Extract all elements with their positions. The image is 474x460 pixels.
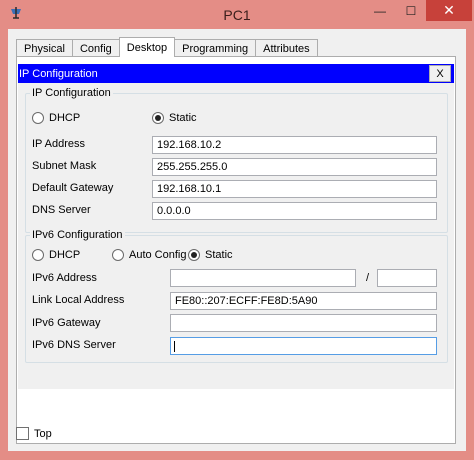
ipv4-dhcp-radio[interactable]: DHCP (32, 112, 80, 124)
ipv6-static-radio-dot (188, 249, 200, 261)
ipv6-address-input[interactable] (170, 269, 356, 287)
ipv4-static-label: Static (169, 112, 197, 124)
ipv4-static-radio-dot (152, 112, 164, 124)
ip-configuration-header-title: IP Configuration (19, 67, 98, 80)
default-gateway-label: Default Gateway (32, 182, 114, 194)
window-client-area: Physical Config Desktop Programming Attr… (8, 29, 466, 451)
ipv6-configuration-group: IPv6 Configuration DHCP Auto Config Stat… (25, 229, 448, 363)
ipv6-prefix-separator: / (366, 272, 370, 284)
ipv4-configuration-group: IP Configuration DHCP Static IP Address … (25, 87, 448, 233)
ipv6-dns-server-input[interactable] (170, 337, 437, 355)
tab-attributes[interactable]: Attributes (255, 39, 318, 57)
ipv6-dhcp-radio[interactable]: DHCP (32, 249, 80, 261)
ipv6-gateway-input[interactable] (170, 314, 437, 332)
default-gateway-input[interactable]: 192.168.10.1 (152, 180, 437, 198)
ipv6-dhcp-label: DHCP (49, 249, 81, 261)
ip-configuration-close-button[interactable]: X (429, 65, 451, 82)
ipv4-group-title: IP Configuration (30, 87, 113, 100)
ipv4-static-radio[interactable]: Static (152, 112, 197, 124)
ipv6-prefix-input[interactable] (377, 269, 437, 287)
ip-address-input[interactable]: 192.168.10.2 (152, 136, 437, 154)
ipv6-dns-server-label: IPv6 DNS Server (32, 339, 116, 351)
top-checkbox-label: Top (34, 427, 52, 440)
ipv6-auto-config-radio-dot (112, 249, 124, 261)
link-local-address-input[interactable]: FE80::207:ECFF:FE8D:5A90 (170, 292, 437, 310)
minimize-button[interactable]: — (366, 0, 394, 21)
title-bar: PC1 — ☐ ✕ (0, 0, 474, 29)
tab-programming[interactable]: Programming (174, 39, 257, 57)
ip-configuration-header: IP Configuration X (18, 64, 454, 83)
ipv6-address-label: IPv6 Address (32, 272, 97, 284)
top-checkbox-box[interactable] (16, 427, 29, 440)
tab-desktop[interactable]: Desktop (118, 37, 176, 57)
ipv6-dhcp-radio-dot (32, 249, 44, 261)
ipv6-gateway-label: IPv6 Gateway (32, 317, 101, 329)
ipv6-auto-config-label: Auto Config (129, 249, 187, 261)
ipv4-dhcp-label: DHCP (49, 112, 81, 124)
ip-configuration-body: IP Configuration DHCP Static IP Address … (18, 83, 454, 389)
dns-server-label: DNS Server (32, 204, 91, 216)
ipv6-auto-config-radio[interactable]: Auto Config (112, 249, 186, 261)
subnet-mask-label: Subnet Mask (32, 160, 97, 172)
subnet-mask-input[interactable]: 255.255.255.0 (152, 158, 437, 176)
tab-config[interactable]: Config (71, 39, 120, 57)
ipv6-static-label: Static (205, 249, 233, 261)
close-window-button[interactable]: ✕ (426, 0, 472, 21)
ip-address-label: IP Address (32, 138, 85, 150)
tab-physical[interactable]: Physical (16, 39, 73, 57)
ipv6-group-title: IPv6 Configuration (30, 229, 125, 242)
maximize-button[interactable]: ☐ (397, 0, 425, 21)
top-checkbox[interactable]: Top (16, 427, 52, 440)
tab-bar: Physical Config Desktop Programming Attr… (16, 37, 318, 57)
ipv4-dhcp-radio-dot (32, 112, 44, 124)
dns-server-input[interactable]: 0.0.0.0 (152, 202, 437, 220)
link-local-address-label: Link Local Address (32, 294, 125, 306)
ipv6-static-radio[interactable]: Static (188, 249, 233, 261)
text-caret (174, 341, 175, 352)
